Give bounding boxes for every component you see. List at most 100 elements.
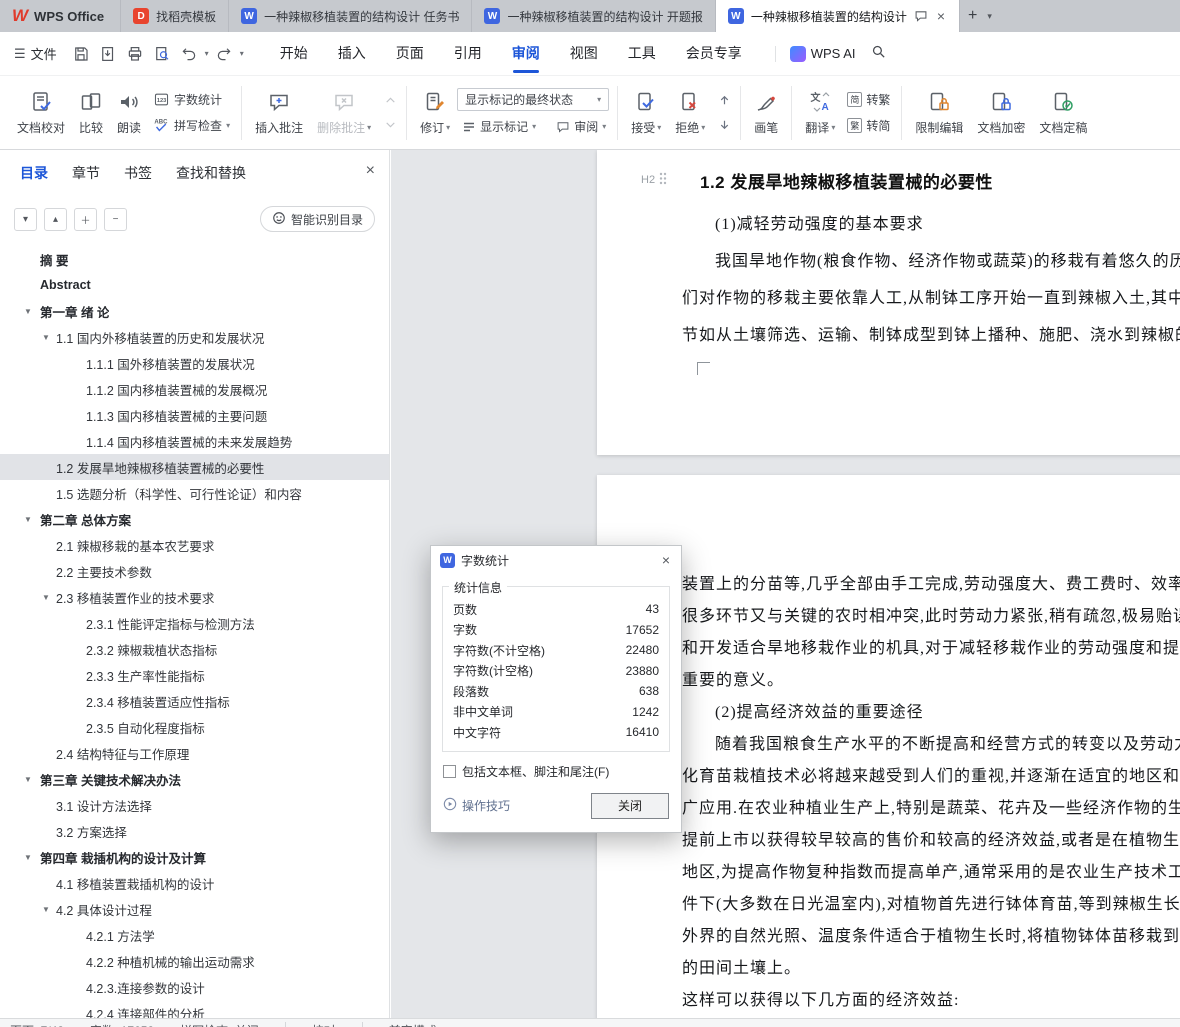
word-count-indicator[interactable]: 字数: 17652 — [90, 1022, 154, 1027]
toc-item[interactable]: ▼ 4.2 具体设计过程 — [0, 896, 389, 922]
tab-member[interactable]: 会员专享 — [671, 32, 757, 76]
word-count-button[interactable]: 123 字数统计 — [148, 89, 235, 110]
toc-item-selected[interactable]: 1.2 发展旱地辣椒移植装置械的必要性 — [0, 454, 389, 480]
toc-item[interactable]: 4.1 移植装置栽插机构的设计 — [0, 870, 389, 896]
previous-revision-button[interactable] — [714, 92, 734, 110]
previous-comment-button[interactable] — [380, 92, 400, 110]
tab-page[interactable]: 页面 — [381, 32, 439, 76]
sidebar-tab-bookmarks[interactable]: 书签 — [124, 163, 152, 183]
toc-item[interactable]: ▼ 第二章 总体方案 — [0, 506, 389, 532]
toc-item[interactable]: 1.1.1 国外移植装置的发展状况 — [0, 350, 389, 376]
wps-office-menu[interactable]: W WPS Office — [0, 0, 122, 32]
close-tab-button[interactable]: × — [935, 8, 947, 24]
toc-item[interactable]: 2.1 辣椒移栽的基本农艺要求 — [0, 532, 389, 558]
comment-icon[interactable] — [914, 9, 928, 23]
tab-view[interactable]: 视图 — [555, 32, 613, 76]
tab-document-2[interactable]: W 一种辣椒移植装置的结构设计 开题报 — [472, 0, 716, 32]
next-revision-button[interactable] — [714, 116, 734, 134]
tab-document-1[interactable]: W 一种辣椒移植装置的结构设计 任务书 — [229, 0, 473, 32]
redo-dropdown-icon[interactable]: ▾ — [239, 49, 245, 58]
next-comment-button[interactable] — [380, 116, 400, 134]
toc-item[interactable]: 3.1 设计方法选择 — [0, 792, 389, 818]
toc-item[interactable]: 2.3.1 性能评定指标与检测方法 — [0, 610, 389, 636]
accept-revision-button[interactable]: 接受 ▾ — [624, 86, 668, 140]
dialog-titlebar[interactable]: W 字数统计 × — [431, 546, 681, 574]
traditional-to-simplified-button[interactable]: 繁 转简 — [842, 115, 895, 136]
close-sidebar-button[interactable]: × — [366, 162, 375, 180]
document-encrypt-button[interactable]: 文档加密 — [970, 86, 1032, 140]
new-tab-button[interactable]: + — [968, 7, 977, 25]
translate-button[interactable]: 文A 翻译 ▾ — [798, 86, 842, 140]
toc-item[interactable]: 2.2 主要技术参数 — [0, 558, 389, 584]
toc-item[interactable]: 1.1.4 国内移植装置械的未来发展趋势 — [0, 428, 389, 454]
sidebar-tab-find-replace[interactable]: 查找和替换 — [176, 163, 246, 183]
document-page-7[interactable]: H2 1.2 发展旱地辣椒移植装置械的必要性 (1)减轻劳动强度的基本要求 我国… — [597, 150, 1180, 455]
restrict-editing-button[interactable]: 限制编辑 — [908, 86, 970, 140]
chevron-down-icon[interactable]: ▼ — [42, 333, 50, 342]
tab-list-dropdown-icon[interactable]: ▾ — [987, 11, 992, 22]
toc-item[interactable]: 1.1.3 国内移植装置械的主要问题 — [0, 402, 389, 428]
spell-check-button[interactable]: ABC 拼写检查 ▾ — [148, 115, 235, 136]
checkbox-icon[interactable] — [443, 764, 456, 778]
nav-up-button[interactable]: ▴ — [44, 207, 67, 231]
toc-item[interactable]: ▼ 第一章 绪 论 — [0, 298, 389, 324]
chevron-down-icon[interactable]: ▼ — [24, 775, 32, 784]
delete-comment-button[interactable]: 删除批注 ▾ — [310, 86, 378, 140]
review-pane-button[interactable]: 审阅 ▾ — [551, 116, 611, 137]
compare-button[interactable]: 比较 — [72, 86, 110, 140]
show-markup-button[interactable]: 显示标记 ▾ — [457, 116, 541, 137]
toc-item[interactable]: 1.5 选题分析（科学性、可行性论证）和内容 — [0, 480, 389, 506]
toc-item[interactable]: 2.3.4 移植装置适应性指标 — [0, 688, 389, 714]
toc-item[interactable]: 2.3.3 生产率性能指标 — [0, 662, 389, 688]
search-button[interactable] — [870, 43, 887, 65]
print-preview-button[interactable] — [150, 41, 175, 67]
page-indicator[interactable]: 页面: 7/43 — [10, 1022, 64, 1027]
simplified-to-traditional-button[interactable]: 简 转繁 — [842, 89, 895, 110]
toc-item[interactable]: 4.2.2 种植机械的输出运动需求 — [0, 948, 389, 974]
toc-item[interactable]: 2.3.5 自动化程度指标 — [0, 714, 389, 740]
track-changes-button[interactable]: 修订 ▾ — [413, 86, 457, 140]
reject-revision-button[interactable]: 拒绝 ▾ — [668, 86, 712, 140]
close-dialog-button[interactable]: × — [660, 552, 672, 568]
expand-all-button[interactable]: ＋ — [74, 207, 97, 231]
print-button[interactable] — [123, 41, 148, 67]
toc-item[interactable]: 2.3.2 辣椒栽植状态指标 — [0, 636, 389, 662]
file-menu-button[interactable]: ☰ 文件 — [0, 44, 69, 63]
ink-pen-button[interactable]: 画笔 — [747, 86, 785, 140]
doc-proofing-button[interactable]: 文档校对 — [10, 86, 72, 140]
document-finalize-button[interactable]: 文档定稿 — [1032, 86, 1094, 140]
compat-mode-indicator[interactable]: 兼容模式 — [389, 1022, 437, 1027]
collapse-all-button[interactable]: − — [104, 207, 127, 231]
tab-reference[interactable]: 引用 — [439, 32, 497, 76]
toc-item[interactable]: ▼ 第三章 关键技术解决办法 — [0, 766, 389, 792]
tab-tools[interactable]: 工具 — [613, 32, 671, 76]
toc-item[interactable]: 4.2.3.连接参数的设计 — [0, 974, 389, 1000]
smart-toc-button[interactable]: 智能识别目录 — [259, 206, 375, 232]
read-aloud-button[interactable]: 朗读 — [110, 86, 148, 140]
tab-docer-templates[interactable]: D 找稻壳模板 — [121, 0, 230, 32]
undo-button[interactable] — [177, 41, 202, 67]
toc-item[interactable]: 4.2.4 连接部件的分析 — [0, 1000, 389, 1019]
export-pdf-button[interactable] — [96, 41, 121, 67]
proofread-indicator[interactable]: 校对 — [312, 1022, 336, 1027]
tab-insert[interactable]: 插入 — [323, 32, 381, 76]
insert-comment-button[interactable]: 插入批注 — [248, 86, 310, 140]
toc-item[interactable]: 4.2.1 方法学 — [0, 922, 389, 948]
toc-item[interactable]: 2.4 结构特征与工作原理 — [0, 740, 389, 766]
chevron-down-icon[interactable]: ▼ — [24, 515, 32, 524]
spellcheck-indicator[interactable]: 拼写检查: 关闭 — [180, 1022, 259, 1027]
toc-item[interactable]: ▼ 第四章 栽插机构的设计及计算 — [0, 844, 389, 870]
chevron-down-icon[interactable]: ▼ — [24, 307, 32, 316]
undo-dropdown-icon[interactable]: ▾ — [204, 49, 210, 58]
toc-item[interactable]: ▼ 1.1 国内外移植装置的历史和发展状况 — [0, 324, 389, 350]
toc-item[interactable]: 摘 要 — [0, 246, 389, 272]
nav-down-button[interactable]: ▾ — [14, 207, 37, 231]
chevron-down-icon[interactable]: ▼ — [24, 853, 32, 862]
save-button[interactable] — [69, 41, 94, 67]
markup-state-select[interactable]: 显示标记的最终状态 ▾ — [457, 88, 610, 111]
close-button[interactable]: 关闭 — [591, 792, 669, 819]
toc-item[interactable]: 3.2 方案选择 — [0, 818, 389, 844]
document-page-8[interactable]: 装置上的分苗等,几乎全部由手工完成,劳动强度大、费工费时、效率 很多环节又与关键… — [597, 475, 1180, 1018]
tab-document-active[interactable]: W 一种辣椒移植装置的结构设计 × — [715, 0, 961, 32]
tab-home[interactable]: 开始 — [265, 32, 323, 76]
